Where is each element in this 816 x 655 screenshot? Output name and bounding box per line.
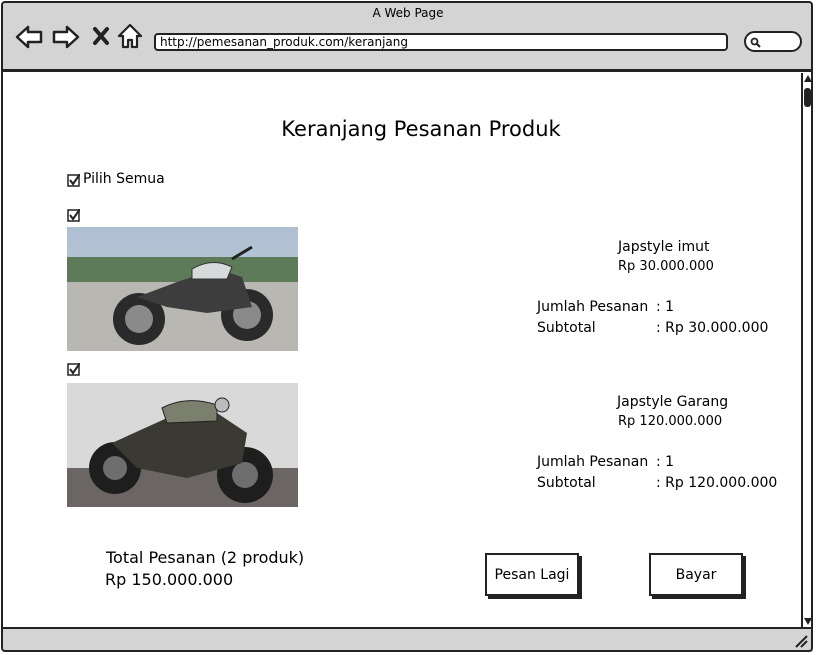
- product-1-name: Japstyle imut: [618, 239, 710, 255]
- product-1-qty-label: Jumlah Pesanan: [537, 299, 649, 315]
- product-1-subtotal-value: : Rp 30.000.000: [656, 320, 769, 336]
- product-1-subtotal-label: Subtotal: [537, 320, 596, 336]
- product-1-image: [67, 227, 298, 351]
- product-2-image: [67, 383, 298, 507]
- product-2-qty-label: Jumlah Pesanan: [537, 454, 649, 470]
- page-title: Keranjang Pesanan Produk: [281, 117, 561, 141]
- product-2-qty-value: : 1: [656, 454, 675, 470]
- product-1-checkbox[interactable]: [67, 209, 80, 222]
- product-2-checkbox[interactable]: [67, 363, 80, 376]
- product-1-price: Rp 30.000.000: [618, 259, 714, 274]
- select-all-label: Pilih Semua: [83, 171, 165, 187]
- order-again-button[interactable]: Pesan Lagi: [485, 553, 579, 596]
- select-all-checkbox[interactable]: [67, 174, 80, 187]
- product-2-subtotal-label: Subtotal: [537, 475, 596, 491]
- total-label: Total Pesanan (2 produk): [106, 548, 305, 567]
- pay-button[interactable]: Bayar: [649, 553, 743, 596]
- product-1-qty-value: : 1: [656, 299, 675, 315]
- total-value: Rp 150.000.000: [105, 570, 234, 589]
- product-2-price: Rp 120.000.000: [618, 414, 723, 429]
- product-2-name: Japstyle Garang: [617, 394, 729, 410]
- product-2-subtotal-value: : Rp 120.000.000: [656, 475, 778, 491]
